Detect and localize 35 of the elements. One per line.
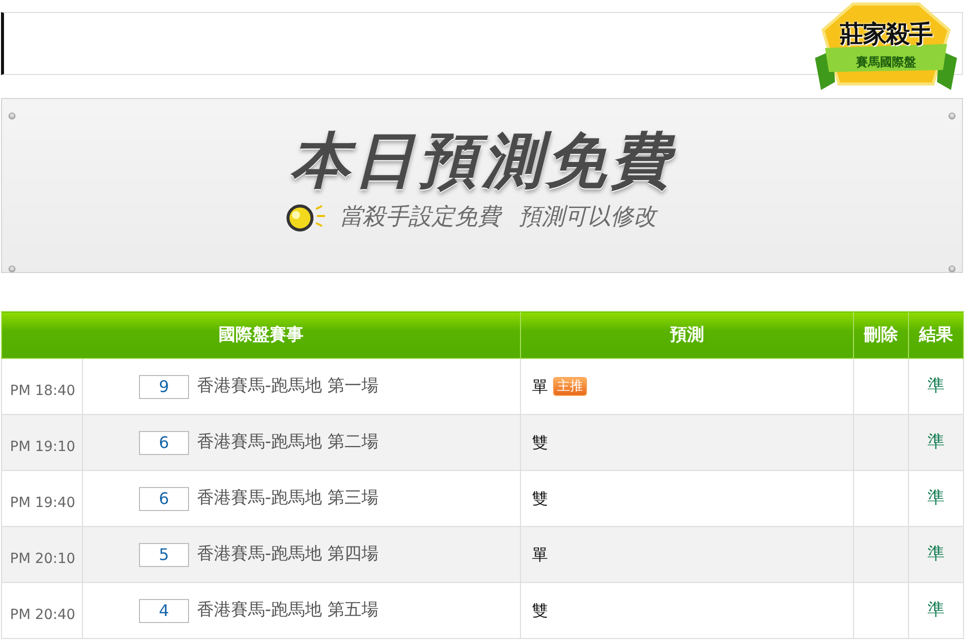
prediction: 雙 (532, 432, 548, 452)
horse-number-field[interactable]: 6 (139, 486, 189, 510)
prediction: 雙 (532, 600, 548, 620)
result: 準 (928, 600, 944, 620)
recommend-tag: 主推 (554, 378, 586, 396)
race-time: PM 20:10 (2, 526, 82, 582)
result: 準 (928, 488, 944, 508)
result: 準 (928, 432, 944, 452)
race-name: 香港賽馬-跑馬地 第四場 (197, 544, 379, 565)
race-name: 香港賽馬-跑馬地 第五場 (197, 600, 379, 621)
result: 準 (928, 376, 944, 396)
race-name: 香港賽馬-跑馬地 第一場 (197, 376, 379, 397)
logo-subtitle: 賽馬國際盤 (855, 54, 917, 71)
race-name: 香港賽馬-跑馬地 第三場 (197, 488, 379, 509)
horse-number-field[interactable]: 6 (139, 430, 189, 454)
result: 準 (928, 544, 944, 564)
logo-title: 莊家殺手 (838, 19, 934, 50)
column-header: 國際盤賽事 (2, 312, 520, 358)
race-time: PM 19:10 (2, 414, 82, 470)
banner-tagline: 預測可以修改 (518, 203, 656, 232)
column-header: 預測 (520, 312, 854, 358)
screw-icon (948, 112, 956, 120)
banner-headline: 本日預測免費 (290, 130, 674, 190)
horse-number-field[interactable]: 9 (139, 374, 189, 398)
race-name: 香港賽馬-跑馬地 第二場 (197, 432, 379, 453)
horse-number-field[interactable]: 5 (139, 542, 189, 566)
prediction: 雙 (532, 488, 548, 508)
prediction: 單 (532, 376, 548, 396)
race-time: PM 20:40 (2, 582, 82, 638)
horse-number-field[interactable]: 4 (139, 598, 189, 622)
column-header: 刪除 (854, 312, 908, 358)
banner-tagline: 當殺手設定免費 (340, 203, 500, 232)
prediction: 單 (532, 544, 548, 564)
screw-icon (8, 112, 16, 120)
column-header: 結果 (908, 312, 964, 358)
